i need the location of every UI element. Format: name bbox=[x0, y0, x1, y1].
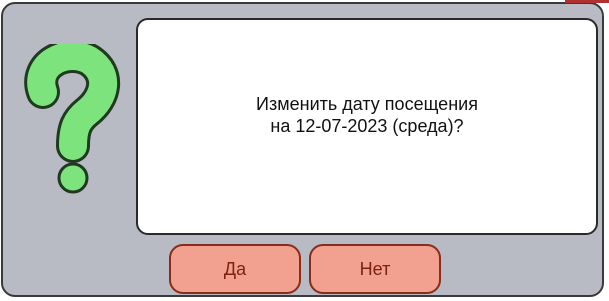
question-mark-icon bbox=[21, 39, 121, 194]
message-line-1: Изменить дату посещения bbox=[256, 93, 478, 114]
message-box: Изменить дату посещения на 12-07-2023 (с… bbox=[136, 18, 598, 235]
yes-button[interactable]: Да bbox=[169, 244, 301, 294]
confirm-message: Изменить дату посещения на 12-07-2023 (с… bbox=[256, 93, 478, 137]
message-line-2: на 12-07-2023 (среда)? bbox=[270, 115, 464, 136]
confirm-dialog: Изменить дату посещения на 12-07-2023 (с… bbox=[1, 2, 604, 297]
no-button[interactable]: Нет bbox=[309, 244, 441, 294]
window-corner-decoration bbox=[565, 0, 609, 3]
